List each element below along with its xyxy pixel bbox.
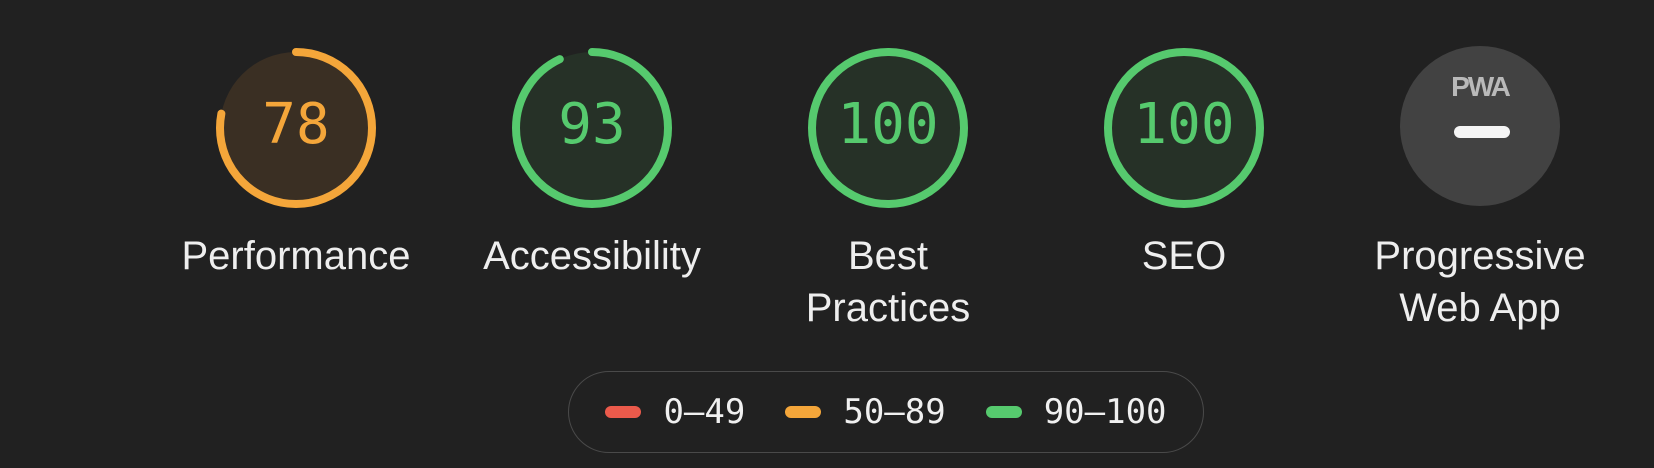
gauge-seo-ring: 100	[1102, 46, 1266, 210]
legend-swatch-pass	[985, 406, 1022, 418]
legend-item-pass: 90–100	[985, 392, 1167, 432]
gauge-best-practices[interactable]: 100 Best Practices	[768, 46, 1008, 334]
gauge-accessibility-ring: 93	[510, 46, 674, 210]
gauge-performance-ring: 78	[214, 46, 378, 210]
legend-swatch-fail	[605, 406, 642, 418]
pwa-status-dash-icon	[1454, 126, 1510, 138]
legend-item-average: 50–89	[785, 392, 946, 432]
gauge-performance-label: Performance	[181, 234, 411, 278]
pwa-badge-circle: PWA	[1400, 46, 1560, 206]
gauge-accessibility[interactable]: 93 Accessibility	[472, 46, 712, 282]
gauge-performance-score: 78	[262, 92, 330, 157]
legend-range-average: 50–89	[843, 392, 946, 432]
gauge-accessibility-label: Accessibility	[483, 234, 701, 278]
gauge-performance[interactable]: 78 Performance	[176, 46, 416, 282]
gauge-pwa[interactable]: PWA Progressive Web App	[1330, 46, 1630, 334]
legend-item-fail: 0–49	[605, 392, 745, 432]
gauge-best-practices-ring: 100	[806, 46, 970, 210]
legend-swatch-average	[785, 406, 822, 418]
pwa-logo-icon: PWA	[1451, 71, 1511, 102]
pwa-badge: PWA	[1400, 46, 1560, 206]
legend-range-fail: 0–49	[663, 392, 746, 432]
score-scale-legend: 0–49 50–89 90–100	[568, 371, 1204, 453]
gauge-seo-score: 100	[1133, 92, 1235, 157]
gauge-seo[interactable]: 100 SEO	[1064, 46, 1304, 282]
gauge-best-practices-score: 100	[837, 92, 939, 157]
gauge-accessibility-score: 93	[558, 92, 626, 157]
gauge-pwa-label: Progressive Web App	[1374, 234, 1586, 330]
gauge-seo-label: SEO	[1141, 234, 1227, 278]
gauge-best-practices-label: Best Practices	[805, 234, 971, 330]
legend-range-pass: 90–100	[1043, 392, 1167, 432]
